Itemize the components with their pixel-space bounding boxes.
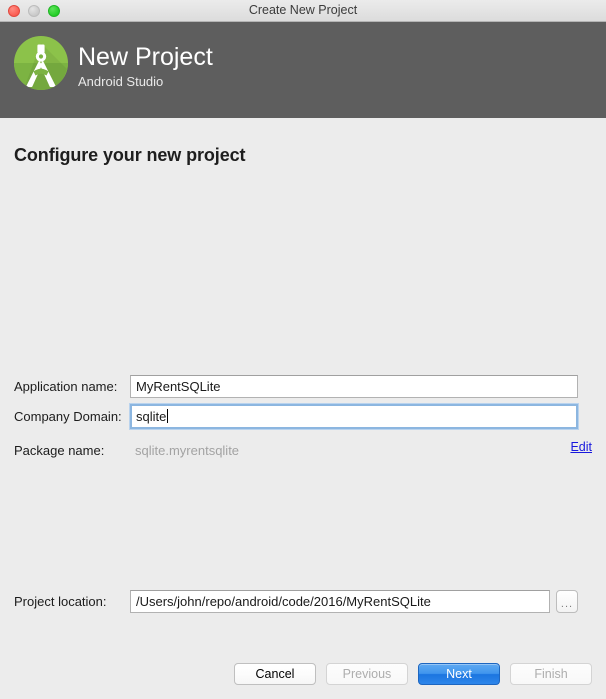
package-name-row: Package name: sqlite.myrentsqlite [0,438,606,462]
application-name-value: MyRentSQLite [136,378,221,394]
application-name-input[interactable]: MyRentSQLite [130,374,578,398]
next-button[interactable]: Next [418,663,500,685]
package-name-label: Package name: [14,442,105,458]
wizard-body: Configure your new project Application n… [0,118,606,699]
application-name-label: Application name: [14,378,118,394]
project-location-label: Project location: [14,593,107,609]
finish-button[interactable]: Finish [510,663,592,685]
browse-folder-label: ... [560,597,574,610]
company-domain-value: sqlite [136,408,167,424]
project-location-value: /Users/john/repo/android/code/2016/MyRen… [136,593,431,609]
cancel-button[interactable]: Cancel [234,663,316,685]
company-domain-row: Company Domain: sqlite [0,403,606,429]
header-title: New Project [78,43,213,71]
company-domain-label: Company Domain: [14,408,122,424]
browse-folder-button[interactable]: ... [556,589,578,613]
application-name-row: Application name: MyRentSQLite [0,374,606,398]
dialog-button-bar: Cancel Previous Next Finish [234,663,592,685]
previous-button[interactable]: Previous [326,663,408,685]
package-name-value: sqlite.myrentsqlite [135,442,240,458]
project-location-input[interactable]: /Users/john/repo/android/code/2016/MyRen… [130,589,550,613]
page-title: Configure your new project [14,145,246,165]
project-location-row: Project location: /Users/john/repo/andro… [0,589,606,613]
create-new-project-dialog: Create New Project New Project Android S… [0,0,606,699]
company-domain-input[interactable]: sqlite [130,403,578,429]
header-subtitle: Android Studio [78,74,164,89]
window-title: Create New Project [248,3,358,17]
edit-package-name-link[interactable]: Edit [570,440,592,454]
header-titles: New Project Android Studio [78,42,213,91]
text-caret [167,409,169,423]
wizard-header: New Project Android Studio [0,22,606,118]
android-studio-logo-icon [13,35,69,91]
window-titlebar: Create New Project [0,0,606,22]
